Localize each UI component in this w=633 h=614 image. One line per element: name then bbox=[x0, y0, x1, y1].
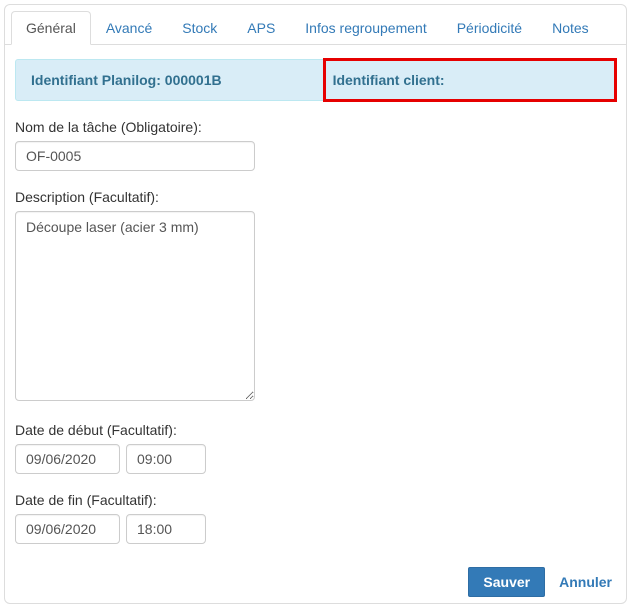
identifier-bar: Identifiant Planilog: 000001B Identifian… bbox=[15, 59, 616, 101]
tab-bar: Général Avancé Stock APS Infos regroupem… bbox=[5, 5, 626, 45]
tab-notes[interactable]: Notes bbox=[537, 11, 604, 45]
client-id: Identifiant client: bbox=[333, 72, 600, 88]
start-date-label: Date de début (Facultatif): bbox=[15, 422, 616, 438]
description-textarea[interactable] bbox=[15, 211, 255, 401]
end-time-input[interactable] bbox=[126, 514, 206, 544]
description-label: Description (Facultatif): bbox=[15, 189, 616, 205]
planilog-id-value: 000001B bbox=[165, 72, 222, 88]
tab-advanced[interactable]: Avancé bbox=[91, 11, 167, 45]
task-name-label: Nom de la tâche (Obligatoire): bbox=[15, 119, 616, 135]
task-name-input[interactable] bbox=[15, 141, 255, 171]
tab-periodicity[interactable]: Périodicité bbox=[442, 11, 537, 45]
dialog-footer: Sauver Annuler bbox=[468, 563, 616, 597]
planilog-id: Identifiant Planilog: 000001B bbox=[31, 72, 333, 88]
start-time-input[interactable] bbox=[126, 444, 206, 474]
tab-grouping[interactable]: Infos regroupement bbox=[290, 11, 441, 45]
task-name-group: Nom de la tâche (Obligatoire): bbox=[15, 119, 616, 171]
tab-stock[interactable]: Stock bbox=[167, 11, 232, 45]
start-date-input[interactable] bbox=[15, 444, 120, 474]
start-date-group: Date de début (Facultatif): bbox=[15, 422, 616, 474]
tab-aps[interactable]: APS bbox=[232, 11, 290, 45]
end-date-group: Date de fin (Facultatif): bbox=[15, 492, 616, 544]
client-id-label: Identifiant client: bbox=[333, 72, 445, 88]
content-scroll[interactable]: Identifiant Planilog: 000001B Identifian… bbox=[5, 45, 626, 603]
end-date-input[interactable] bbox=[15, 514, 120, 544]
end-date-label: Date de fin (Facultatif): bbox=[15, 492, 616, 508]
tab-general[interactable]: Général bbox=[11, 11, 91, 45]
form-section: Nom de la tâche (Obligatoire): Descripti… bbox=[5, 119, 626, 603]
save-button[interactable]: Sauver bbox=[468, 567, 545, 597]
description-group: Description (Facultatif): bbox=[15, 189, 616, 404]
task-dialog: Général Avancé Stock APS Infos regroupem… bbox=[4, 4, 627, 604]
cancel-button[interactable]: Annuler bbox=[555, 568, 616, 596]
planilog-id-label: Identifiant Planilog: bbox=[31, 72, 165, 88]
